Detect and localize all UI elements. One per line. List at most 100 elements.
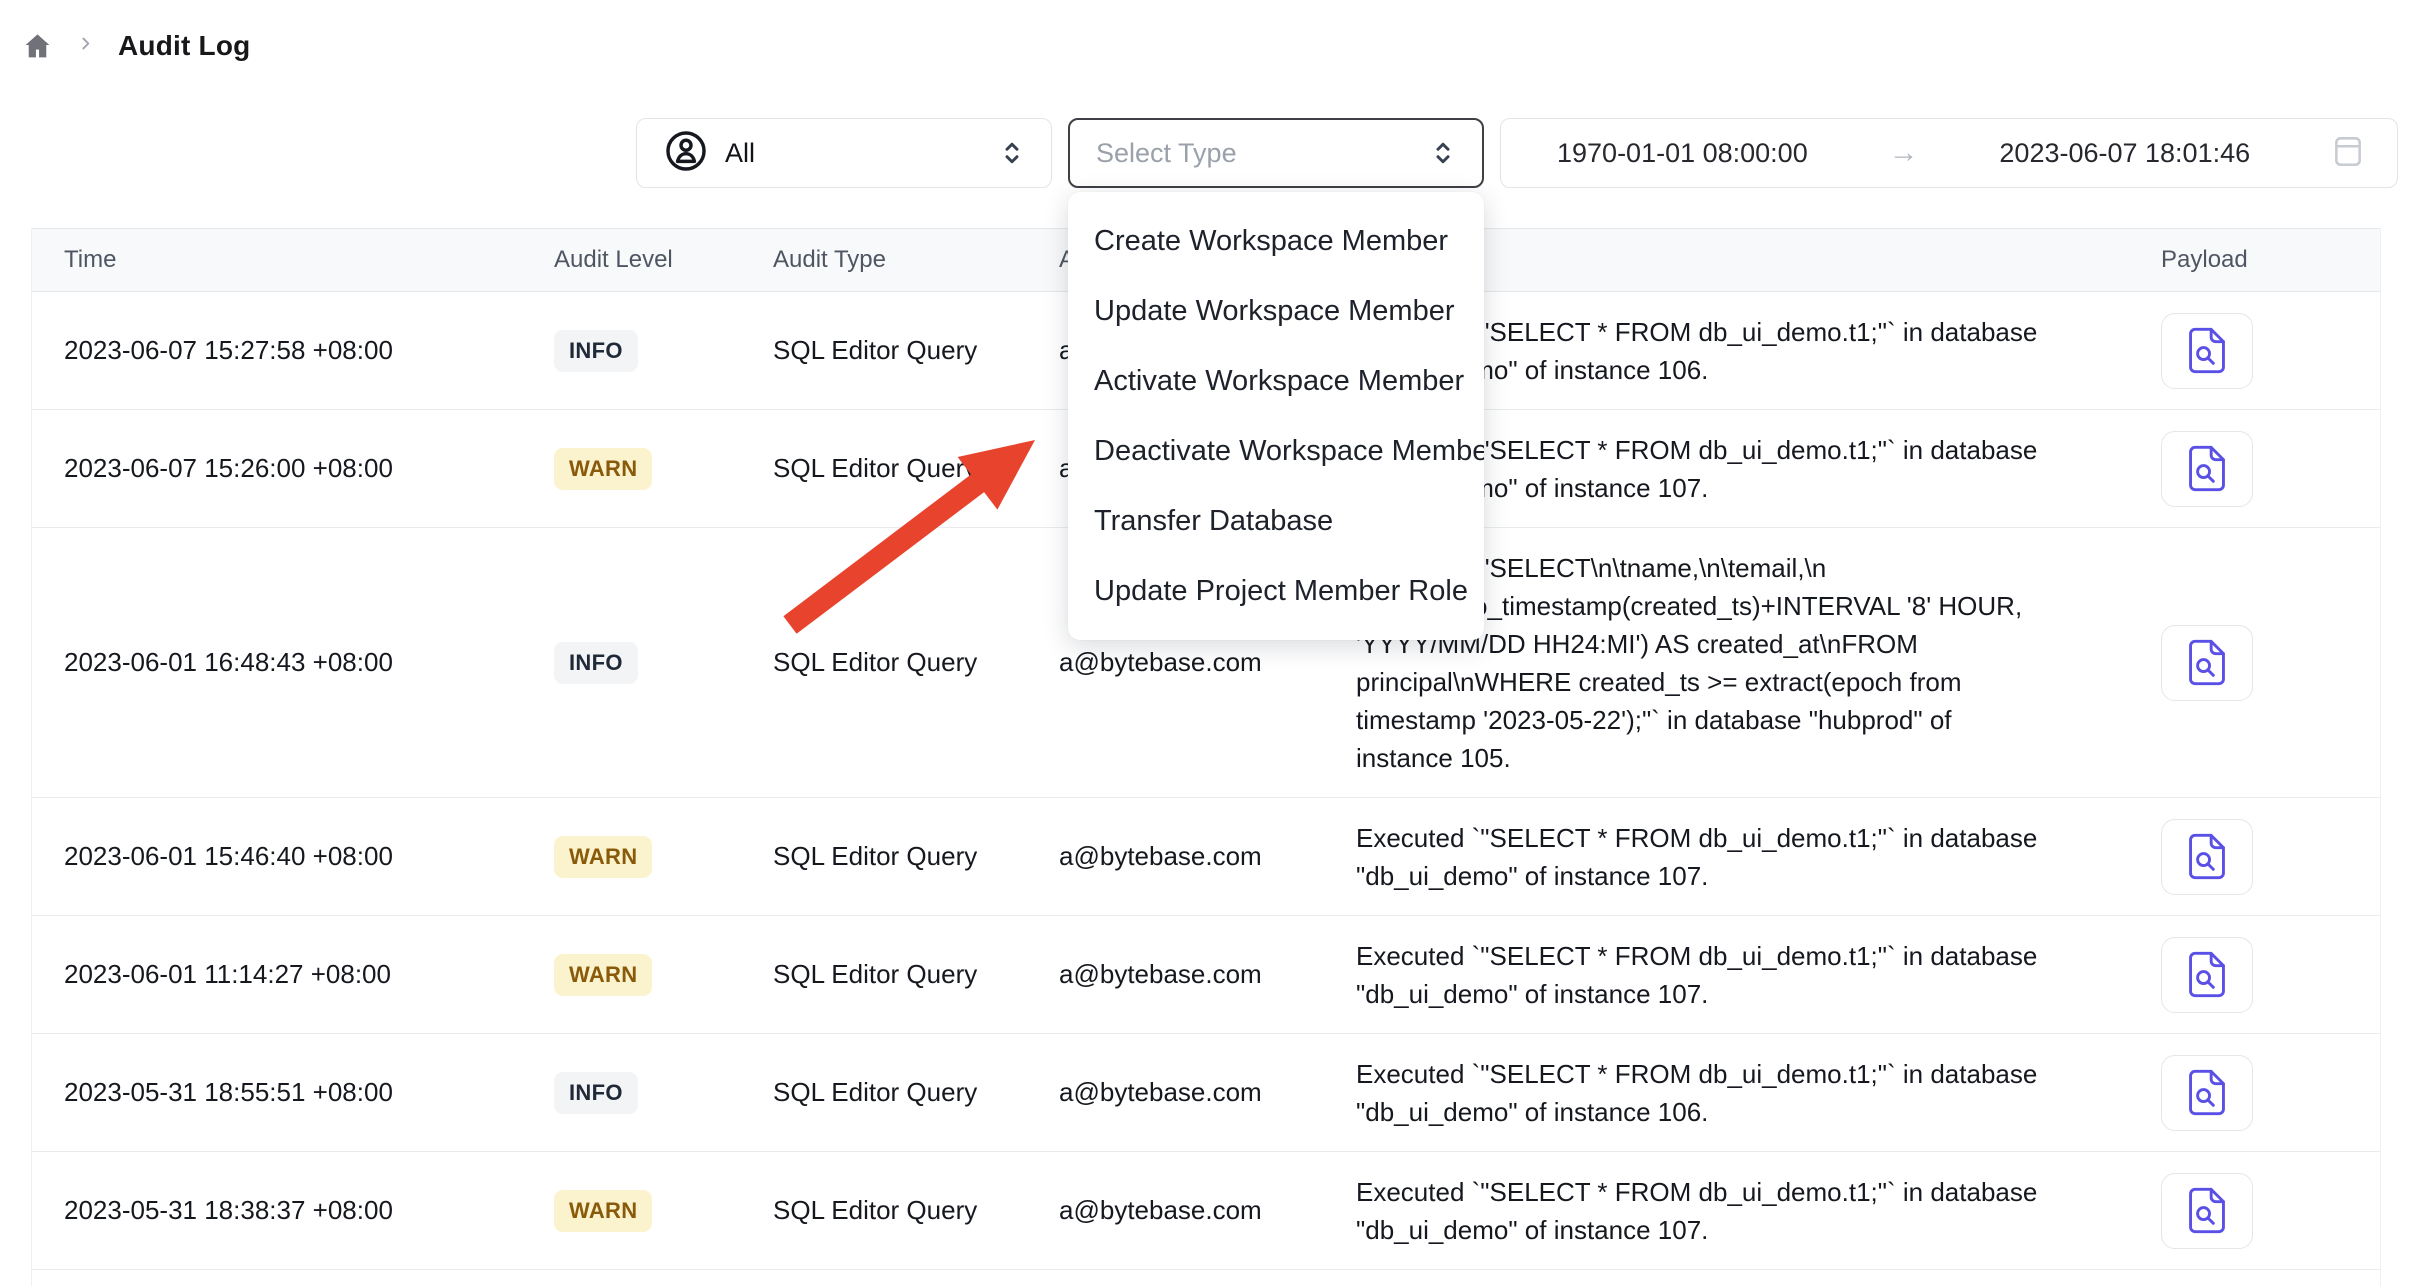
payload-cell (2129, 292, 2382, 409)
audit-level-badge: WARN (554, 836, 652, 878)
column-header: Time (32, 229, 522, 291)
comment-line: timestamp '2023-05-22');"` in database "… (1356, 701, 1952, 739)
person-circle-icon (663, 128, 709, 179)
comment-line: Executed `"SELECT * FROM db_ui_demo.t1;"… (1356, 819, 2037, 857)
user-filter-select[interactable]: All (636, 118, 1052, 188)
table-row: 2023-06-01 11:14:27 +08:00 WARN SQL Editor… (32, 916, 2380, 1034)
payload-cell (2129, 528, 2382, 797)
time-cell: 2023-05-31 18:38:37 +08:00 (32, 1152, 522, 1269)
comment-line: Executed `"SELECT * FROM db_ui_demo.t1;"… (1356, 937, 2037, 975)
payload-cell (2129, 410, 2382, 527)
comment-cell: Executed `"SELECT * FROM db_ui_demo.t1;"… (1324, 1152, 2129, 1269)
audit-type-cell: SQL Editor Query (741, 410, 1027, 527)
table-row: 2023-06-01 15:46:40 +08:00 WARN SQL Editor… (32, 798, 2380, 916)
file-search-icon (2187, 445, 2227, 492)
payload-view-button[interactable] (2161, 313, 2253, 389)
file-search-icon (2187, 639, 2227, 686)
filter-bar: All Select Type 1970-01-01 08:00:00 → 20… (636, 118, 2398, 188)
payload-cell (2129, 1034, 2382, 1151)
audit-level-cell: WARN (522, 798, 741, 915)
audit-type-cell: SQL Editor Query (741, 528, 1027, 797)
type-filter-select[interactable]: Select Type (1068, 118, 1484, 188)
actor-cell: a@bytebase.com (1027, 916, 1324, 1033)
file-search-icon (2187, 1187, 2227, 1234)
time-cell: 2023-06-07 15:27:58 +08:00 (32, 292, 522, 409)
page-title: Audit Log (118, 30, 250, 62)
audit-type-cell: SQL Editor Query (741, 1034, 1027, 1151)
calendar-icon (2331, 133, 2365, 174)
date-start[interactable]: 1970-01-01 08:00:00 (1557, 138, 1808, 169)
audit-level-cell: WARN (522, 1152, 741, 1269)
dropdown-item[interactable]: Activate Workspace Member (1068, 346, 1484, 416)
table-row: 2023-05-31 18:55:51 +08:00 INFO SQL Editor… (32, 1034, 2380, 1152)
audit-level-badge: INFO (554, 642, 638, 684)
arrow-right-icon: → (1889, 136, 1919, 170)
payload-cell (2129, 1152, 2382, 1269)
payload-cell (2129, 798, 2382, 915)
dropdown-item[interactable]: Update Workspace Member (1068, 276, 1484, 346)
actor-cell: a@bytebase.com (1027, 798, 1324, 915)
breadcrumb: Audit Log (22, 30, 250, 62)
audit-type-cell: SQL Editor Query (741, 1152, 1027, 1269)
comment-line: Executed `"SELECT * FROM db_ui_demo.t1;"… (1356, 1055, 2037, 1093)
actor-cell: a@bytebase.com (1027, 1034, 1324, 1151)
user-filter-value: All (725, 138, 755, 169)
payload-view-button[interactable] (2161, 431, 2253, 507)
audit-level-cell: INFO (522, 1034, 741, 1151)
comment-cell: Executed `"SELECT * FROM db_ui_demo.t1;"… (1324, 1034, 2129, 1151)
comment-line: Executed `"SELECT * FROM db_ui_demo.t1;"… (1356, 1173, 2037, 1211)
chevron-right-icon (77, 35, 94, 57)
chevron-updown-icon (1428, 136, 1458, 170)
audit-level-badge: WARN (554, 954, 652, 996)
date-range-picker[interactable]: 1970-01-01 08:00:00 → 2023-06-07 18:01:4… (1500, 118, 2398, 188)
audit-level-badge: WARN (554, 448, 652, 490)
payload-view-button[interactable] (2161, 625, 2253, 701)
comment-cell: Executed `"SELECT * FROM db_ui_demo.t1;"… (1324, 798, 2129, 915)
dropdown-item[interactable]: Update Project Member Role (1068, 556, 1484, 626)
file-search-icon (2187, 833, 2227, 880)
column-header: Audit Level (522, 229, 741, 291)
dropdown-item[interactable]: Create Workspace Member (1068, 206, 1484, 276)
type-dropdown-menu: Create Workspace MemberUpdate Workspace … (1068, 192, 1484, 640)
comment-line: instance 105. (1356, 739, 1511, 777)
time-cell: 2023-06-01 15:46:40 +08:00 (32, 798, 522, 915)
type-filter-placeholder: Select Type (1096, 138, 1237, 169)
file-search-icon (2187, 1069, 2227, 1116)
comment-line: "db_ui_demo" of instance 106. (1356, 1093, 1708, 1131)
chevron-updown-icon (997, 136, 1027, 170)
table-row-partial (32, 1270, 2380, 1286)
comment-line: principal\nWHERE created_ts >= extract(e… (1356, 663, 1961, 701)
payload-view-button[interactable] (2161, 1055, 2253, 1131)
comment-line: "db_ui_demo" of instance 107. (1356, 1211, 1708, 1249)
audit-level-cell: INFO (522, 528, 741, 797)
audit-level-cell: INFO (522, 292, 741, 409)
home-icon[interactable] (22, 31, 53, 62)
audit-type-cell: SQL Editor Query (741, 916, 1027, 1033)
audit-level-cell: WARN (522, 916, 741, 1033)
payload-cell (2129, 916, 2382, 1033)
dropdown-item[interactable]: Transfer Database (1068, 486, 1484, 556)
audit-type-cell: SQL Editor Query (741, 292, 1027, 409)
time-cell: 2023-05-31 18:55:51 +08:00 (32, 1034, 522, 1151)
time-cell: 2023-06-01 16:48:43 +08:00 (32, 528, 522, 797)
payload-view-button[interactable] (2161, 1173, 2253, 1249)
table-row: 2023-05-31 18:38:37 +08:00 WARN SQL Editor… (32, 1152, 2380, 1270)
comment-line: "db_ui_demo" of instance 107. (1356, 975, 1708, 1013)
audit-level-badge: INFO (554, 1072, 638, 1114)
audit-level-cell: WARN (522, 410, 741, 527)
audit-level-badge: INFO (554, 330, 638, 372)
column-header: Audit Type (741, 229, 1027, 291)
date-end[interactable]: 2023-06-07 18:01:46 (1999, 138, 2250, 169)
actor-cell: a@bytebase.com (1027, 1152, 1324, 1269)
time-cell: 2023-06-07 15:26:00 +08:00 (32, 410, 522, 527)
file-search-icon (2187, 327, 2227, 374)
file-search-icon (2187, 951, 2227, 998)
comment-line: "db_ui_demo" of instance 107. (1356, 857, 1708, 895)
column-header: Payload (2129, 229, 2382, 291)
dropdown-item[interactable]: Deactivate Workspace Member (1068, 416, 1484, 486)
audit-level-badge: WARN (554, 1190, 652, 1232)
audit-type-cell: SQL Editor Query (741, 798, 1027, 915)
payload-view-button[interactable] (2161, 937, 2253, 1013)
time-cell: 2023-06-01 11:14:27 +08:00 (32, 916, 522, 1033)
payload-view-button[interactable] (2161, 819, 2253, 895)
